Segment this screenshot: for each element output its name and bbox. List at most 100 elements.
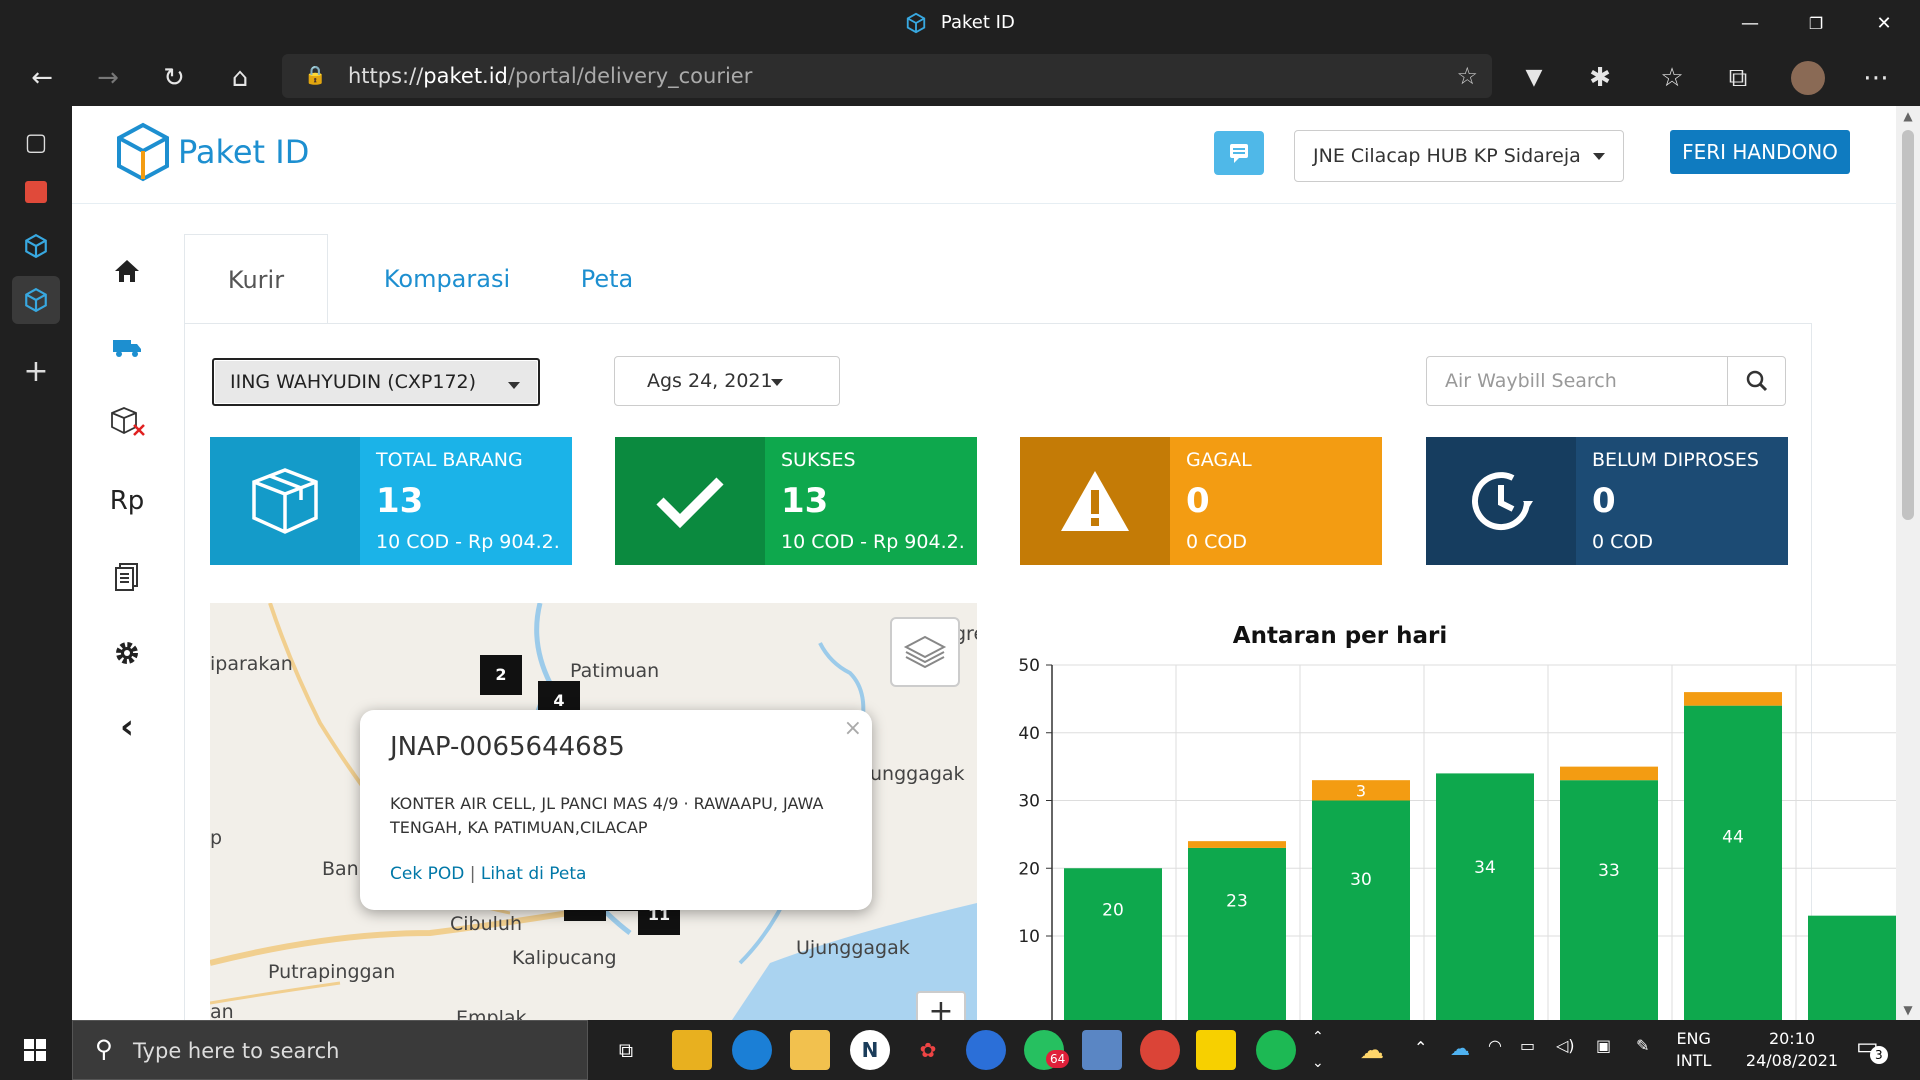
sticky-notes-icon[interactable] (1196, 1030, 1236, 1070)
scroll-down-icon[interactable]: ▼ (1896, 1000, 1920, 1020)
profile-avatar[interactable] (1788, 58, 1828, 98)
truck-nav-icon[interactable] (72, 322, 182, 372)
new-tab-icon[interactable]: + (12, 348, 60, 396)
collections-icon[interactable]: ⧉ (1718, 58, 1758, 98)
chat-icon (1230, 144, 1248, 163)
chevron-down-icon (508, 382, 520, 389)
extensions-icon[interactable]: ✱ (1580, 58, 1620, 98)
favorites-icon[interactable]: ☆ (1652, 58, 1692, 98)
popup-awb: JNAP-0065644685 (390, 732, 625, 762)
settings-gear-icon[interactable] (72, 628, 182, 678)
volume-icon[interactable]: ◁) (1556, 1036, 1575, 1055)
window-title: Paket ID (0, 12, 1920, 34)
map-marker[interactable]: 2 (480, 655, 522, 695)
taskbar-search[interactable]: ⚲ Type here to search (72, 1020, 588, 1080)
lock-icon: 🔒 (304, 65, 327, 86)
logo[interactable]: Paket ID (116, 122, 309, 182)
map-label: Cibuluh (450, 913, 523, 935)
awb-search (1426, 356, 1786, 406)
tab-komparasi[interactable]: Komparasi (362, 234, 532, 324)
layers-icon (903, 635, 947, 669)
forward-icon[interactable]: → (88, 58, 128, 98)
add-favorite-icon[interactable]: ☆ (1456, 54, 1478, 98)
tab-kurir[interactable]: Kurir (184, 234, 328, 324)
notion-like-icon[interactable]: N (850, 1030, 890, 1070)
whatsapp-icon[interactable]: 64 (1024, 1030, 1070, 1070)
map-label: Kalipucang (512, 947, 617, 969)
input-language[interactable]: ENG INTL (1676, 1028, 1711, 1072)
battery-icon[interactable]: ▭ (1520, 1036, 1535, 1055)
onedrive-icon[interactable]: ☁ (1450, 1036, 1470, 1060)
pen-icon[interactable]: ✎ (1636, 1036, 1649, 1055)
hub-select[interactable]: JNE Cilacap HUB KP Sidareja (1294, 130, 1624, 182)
home-nav-icon[interactable] (72, 246, 182, 296)
spotify-icon[interactable] (1256, 1030, 1296, 1070)
chat-button[interactable] (1214, 131, 1264, 175)
map-layers-button[interactable] (890, 617, 960, 687)
map-label: Ban (322, 858, 359, 880)
popup-links: Cek POD | Lihat di Peta (390, 864, 587, 884)
chevron-down-icon (1593, 153, 1605, 160)
home-icon[interactable]: ⌂ (220, 58, 260, 98)
chevron-down-icon (771, 379, 783, 386)
app-header: Paket ID JNE Cilacap HUB KP Sidareja FER… (72, 106, 1896, 204)
tab-peta[interactable]: Peta (542, 234, 672, 324)
cek-pod-link[interactable]: Cek POD (390, 864, 464, 884)
refresh-icon[interactable]: ↻ (154, 58, 194, 98)
popup-address: KONTER AIR CELL, JL PANCI MAS 4/9 · RAWA… (390, 794, 824, 837)
failed-package-nav-icon[interactable] (72, 396, 182, 446)
tab-paket-icon[interactable] (12, 222, 60, 270)
popup-close-icon[interactable]: × (844, 716, 862, 741)
search-icon: ⚲ (95, 1035, 113, 1063)
close-window-button[interactable]: ✕ (1856, 8, 1912, 40)
awb-popup: JNAP-0065644685 KONTER AIR CELL, JL PANC… (360, 710, 872, 910)
task-view-icon[interactable]: ⧉ (606, 1030, 646, 1070)
zoom-in-button[interactable]: + (916, 991, 966, 1023)
minimize-button[interactable]: — (1722, 8, 1778, 40)
money-nav[interactable]: Rp (72, 476, 182, 526)
scroll-up-icon[interactable]: ▲ (1896, 106, 1920, 126)
phone-link-icon[interactable] (966, 1030, 1006, 1070)
back-icon[interactable]: ← (22, 58, 62, 98)
notifications-icon[interactable]: ▭ 3 (1856, 1032, 1888, 1064)
address-bar[interactable]: 🔒 https://paket.id/portal/delivery_couri… (282, 54, 1492, 98)
wifi-icon[interactable]: ◠ (1488, 1036, 1502, 1055)
chrome-icon[interactable] (1140, 1030, 1180, 1070)
file-explorer-icon[interactable] (672, 1030, 712, 1070)
search-button[interactable] (1727, 357, 1785, 405)
map-label: p (210, 827, 223, 849)
lihat-di-peta-link[interactable]: Lihat di Peta (481, 864, 587, 884)
browser-toolbar: ← → ↻ ⌂ 🔒 https://paket.id/portal/delive… (0, 48, 1920, 106)
vertical-tabs-rail: ▢ + (0, 106, 72, 1020)
report-nav-icon[interactable] (72, 552, 182, 602)
mail-icon[interactable] (790, 1030, 830, 1070)
map-label: unggagak (870, 763, 965, 785)
user-button[interactable]: FERI HANDONO (1670, 130, 1850, 174)
edge-browser-icon[interactable] (732, 1030, 772, 1070)
date-select[interactable]: Ags 24, 2021 (614, 356, 840, 406)
scroll-thumb[interactable] (1902, 130, 1914, 520)
paket-cube-icon (907, 12, 926, 34)
taskbar: ⚲ Type here to search ⧉ N ✿ 64 ⌃ ⌄ ☁ ⌃ ☁ … (0, 1020, 1920, 1080)
vpn-extension-icon[interactable]: ▼ (1514, 58, 1554, 98)
tab-actions-icon[interactable]: ▢ (12, 118, 60, 166)
map-label: Putrapinggan (268, 961, 396, 983)
more-menu-icon[interactable]: ⋯ (1856, 58, 1896, 98)
remote-desktop-icon[interactable] (1082, 1030, 1122, 1070)
meet-now-icon[interactable]: ▣ (1596, 1036, 1611, 1055)
maximize-button[interactable]: ❐ (1788, 8, 1844, 40)
paint-icon[interactable]: ✿ (908, 1030, 948, 1070)
page-scrollbar[interactable]: ▲ ▼ (1896, 106, 1920, 1020)
show-hidden-icons-icon[interactable]: ⌃ (1414, 1038, 1427, 1057)
weather-icon[interactable]: ☁ (1352, 1030, 1392, 1070)
clock[interactable]: 20:10 24/08/2021 (1742, 1028, 1842, 1072)
windows-start-icon[interactable] (12, 1032, 60, 1068)
collapse-chevron-left-icon[interactable]: ‹ (72, 702, 182, 752)
map-label: iparakan (210, 653, 293, 675)
tray-overflow-chevron-icon[interactable]: ⌃ ⌄ (1312, 1024, 1324, 1076)
whatsapp-badge: 64 (1046, 1050, 1070, 1068)
awb-search-input[interactable] (1427, 357, 1727, 405)
tab-pdf-icon[interactable] (12, 168, 60, 216)
tab-paket-active-icon[interactable] (12, 276, 60, 324)
courier-select[interactable]: IING WAHYUDIN (CXP172) (212, 358, 540, 406)
